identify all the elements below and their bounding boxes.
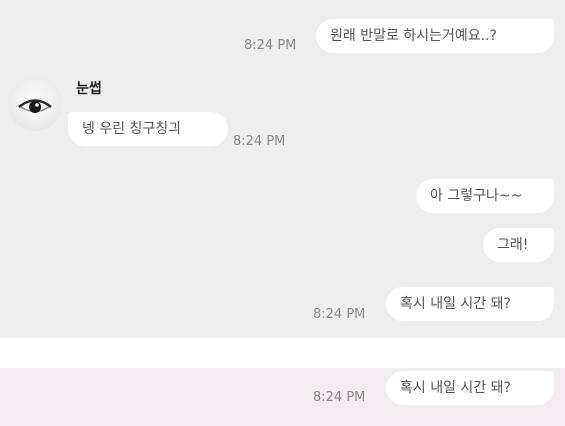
message-text: 그래! [497,237,529,253]
outgoing-message-bubble[interactable]: 아 그렇구나~~ [416,179,554,213]
divider [0,338,565,368]
message-text: 아 그렇구나~~ [430,188,523,204]
message-text: 혹시 내일 시간 돼? [400,296,511,312]
sender-name: 눈썹 [76,81,102,97]
message-text: 원래 반말로 하시는거예요..? [330,28,497,44]
chat-panel-2: 8:24 PM 혹시 내일 시간 돼? [0,368,565,426]
outgoing-message-bubble[interactable]: 원래 반말로 하시는거예요..? [316,19,554,53]
chat-panel: 8:24 PM 원래 반말로 하시는거예요..? 눈썹 넹 우린 칭구칭긔 8:… [0,0,565,338]
message-text: 넹 우린 칭구칭긔 [82,121,182,137]
outgoing-message-bubble[interactable]: 혹시 내일 시간 돼? [386,371,554,405]
message-timestamp: 8:24 PM [233,134,286,149]
outgoing-message-bubble[interactable]: 그래! [483,228,554,262]
outgoing-message-bubble[interactable]: 혹시 내일 시간 돼? [386,287,554,321]
message-timestamp: 8:24 PM [244,38,297,53]
eye-icon [18,99,52,113]
message-timestamp: 8:24 PM [313,307,366,322]
message-timestamp: 8:24 PM [313,390,366,405]
incoming-message-bubble[interactable]: 넹 우린 칭구칭긔 [68,112,228,146]
message-text: 혹시 내일 시간 돼? [400,380,511,396]
contact-avatar[interactable] [8,77,62,131]
